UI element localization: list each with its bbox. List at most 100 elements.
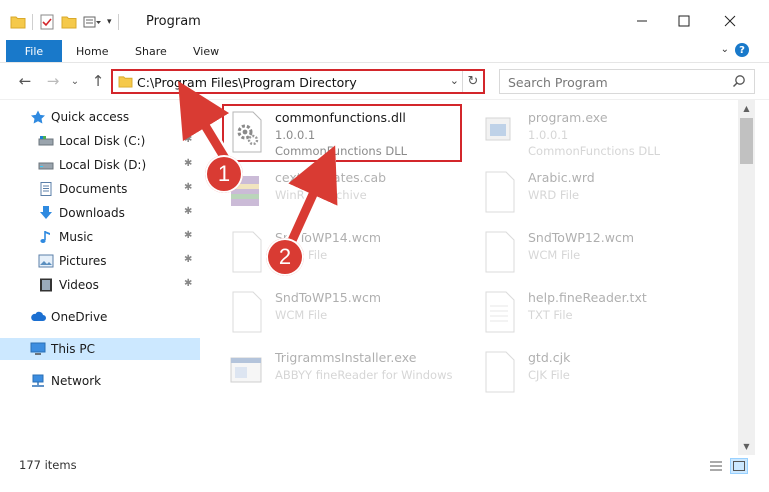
tab-file[interactable]: File bbox=[6, 40, 62, 62]
folder-icon bbox=[10, 16, 26, 29]
text-file-icon bbox=[485, 291, 515, 333]
forward-arrow-icon: → bbox=[46, 72, 60, 90]
address-bar[interactable]: C:\Program Files\Program Directory ⌄ ↻ bbox=[111, 69, 485, 94]
tab-home[interactable]: Home bbox=[76, 40, 108, 62]
toolbar-divider bbox=[32, 14, 33, 30]
pin-icon[interactable]: ✱ bbox=[184, 206, 192, 217]
up-arrow-icon: ↑ bbox=[91, 72, 105, 90]
file-description: CommonFunctions DLL bbox=[528, 144, 661, 158]
title-bar: ▾ Program bbox=[0, 0, 769, 40]
file-name: program.exe bbox=[528, 110, 608, 125]
blank-file-icon bbox=[485, 231, 515, 273]
file-item-sndtowp15-wcm[interactable]: SndToWP15.wcm WCM File bbox=[227, 286, 477, 340]
chevron-down-icon: ⌄ bbox=[70, 75, 80, 87]
sidebar-item-label: Quick access bbox=[51, 110, 130, 124]
close-icon bbox=[724, 15, 736, 27]
help-icon[interactable]: ? bbox=[735, 43, 749, 57]
up-button[interactable]: ↑ bbox=[89, 72, 107, 90]
back-button[interactable]: ← bbox=[16, 72, 34, 90]
file-name: gtd.cjk bbox=[528, 350, 571, 365]
sidebar-item-videos[interactable]: Videos ✱ bbox=[0, 274, 200, 296]
highlight-box bbox=[222, 104, 462, 162]
search-input[interactable]: Search Program bbox=[508, 75, 608, 90]
file-name: help.fineReader.txt bbox=[528, 290, 647, 305]
sidebar-item-label: Pictures bbox=[59, 254, 107, 268]
navigation-bar: ← → ⌄ ↑ C:\Program Files\Program Directo… bbox=[0, 62, 769, 100]
blank-file-icon bbox=[232, 291, 262, 333]
file-name: Arabic.wrd bbox=[528, 170, 595, 185]
network-icon bbox=[32, 374, 44, 387]
pin-icon[interactable]: ✱ bbox=[184, 278, 192, 289]
sidebar-item-local-disk-c[interactable]: Local Disk (C:) ✱ bbox=[0, 130, 200, 152]
qat-dropdown-icon[interactable]: ▾ bbox=[107, 17, 112, 27]
file-type: TXT File bbox=[528, 308, 573, 322]
search-box[interactable]: Search Program bbox=[499, 69, 755, 94]
details-view-icon bbox=[710, 461, 722, 471]
sidebar-item-music[interactable]: Music ✱ bbox=[0, 226, 200, 248]
tab-share[interactable]: Share bbox=[135, 40, 167, 62]
sidebar-item-documents[interactable]: Documents ✱ bbox=[0, 178, 200, 200]
file-type: CJK File bbox=[528, 368, 570, 382]
close-button[interactable] bbox=[712, 8, 748, 34]
properties-icon[interactable] bbox=[39, 14, 55, 30]
recent-locations-button[interactable]: ⌄ bbox=[66, 72, 84, 90]
pin-icon[interactable]: ✱ bbox=[184, 134, 192, 145]
ribbon-tabs: File Home Share View ⌄ ? bbox=[0, 40, 769, 62]
file-item-gtd-cjk[interactable]: gtd.cjk CJK File bbox=[480, 346, 730, 400]
file-type: WCM File bbox=[275, 308, 328, 322]
file-item-help-finereader-txt[interactable]: help.fineReader.txt TXT File bbox=[480, 286, 730, 340]
blank-file-icon bbox=[485, 351, 515, 393]
address-path[interactable]: C:\Program Files\Program Directory bbox=[137, 75, 357, 90]
sidebar-item-label: Downloads bbox=[59, 206, 125, 220]
folder-icon bbox=[118, 76, 133, 88]
maximize-button[interactable] bbox=[666, 8, 702, 34]
file-version: 1.0.0.1 bbox=[528, 128, 569, 142]
toolbar-divider bbox=[117, 14, 119, 30]
file-item-arabic-wrd[interactable]: Arabic.wrd WRD File bbox=[480, 166, 730, 220]
pin-icon[interactable]: ✱ bbox=[184, 182, 192, 193]
file-item-trigrammsinstaller-exe[interactable]: TrigrammsInstaller.exe ABBYY fineReader … bbox=[227, 346, 477, 400]
minimize-button[interactable] bbox=[624, 8, 660, 34]
sidebar-item-this-pc[interactable]: This PC bbox=[0, 338, 200, 360]
file-item-cextemplates-cab[interactable]: cextemplates.cab WinRAR Archive bbox=[227, 166, 477, 220]
blank-file-icon bbox=[485, 171, 515, 213]
videos-icon bbox=[40, 278, 52, 292]
file-item-sndtowp12-wcm[interactable]: SndToWP12.wcm WCM File bbox=[480, 226, 730, 280]
sidebar-item-label: Documents bbox=[59, 182, 128, 196]
new-folder-icon[interactable] bbox=[61, 15, 77, 29]
pin-icon[interactable]: ✱ bbox=[184, 158, 192, 169]
file-type: WRD File bbox=[528, 188, 580, 202]
blank-file-icon bbox=[232, 231, 262, 273]
customize-icon[interactable] bbox=[83, 15, 101, 29]
pin-icon[interactable]: ✱ bbox=[184, 230, 192, 241]
refresh-button[interactable]: ↻ bbox=[462, 71, 483, 92]
scroll-down-icon[interactable]: ▼ bbox=[738, 438, 755, 455]
step-1-badge: 1 bbox=[205, 155, 243, 193]
sidebar-item-downloads[interactable]: Downloads ✱ bbox=[0, 202, 200, 224]
back-arrow-icon: ← bbox=[18, 72, 32, 90]
sidebar-item-onedrive[interactable]: OneDrive bbox=[0, 306, 200, 328]
address-dropdown-icon[interactable]: ⌄ bbox=[450, 74, 459, 87]
large-icons-view-button[interactable] bbox=[730, 458, 748, 474]
tab-view[interactable]: View bbox=[193, 40, 219, 62]
sidebar-item-quick-access[interactable]: Quick access bbox=[0, 106, 200, 128]
pictures-icon bbox=[38, 254, 54, 268]
music-icon bbox=[40, 231, 50, 243]
scroll-up-icon[interactable]: ▲ bbox=[738, 100, 755, 117]
details-view-button[interactable] bbox=[707, 458, 725, 474]
cloud-icon bbox=[31, 311, 46, 321]
sidebar-item-network[interactable]: Network bbox=[0, 370, 200, 392]
sidebar-item-pictures[interactable]: Pictures ✱ bbox=[0, 250, 200, 272]
forward-button[interactable]: → bbox=[44, 72, 62, 90]
file-type: WinRAR Archive bbox=[275, 188, 367, 202]
file-name: SndToWP12.wcm bbox=[528, 230, 634, 245]
expand-ribbon-icon[interactable]: ⌄ bbox=[721, 44, 729, 55]
scroll-thumb[interactable] bbox=[740, 118, 753, 164]
window-title: Program bbox=[146, 14, 201, 29]
vertical-scrollbar[interactable]: ▲ ▼ bbox=[738, 100, 755, 455]
file-item-program-exe[interactable]: program.exe 1.0.0.1 CommonFunctions DLL bbox=[480, 106, 730, 160]
pin-icon[interactable]: ✱ bbox=[184, 254, 192, 265]
sidebar-item-local-disk-d[interactable]: Local Disk (D:) ✱ bbox=[0, 154, 200, 176]
file-item-sndtowp14-wcm[interactable]: SndToWP14.wcm WCM File bbox=[227, 226, 477, 280]
maximize-icon bbox=[678, 15, 690, 27]
